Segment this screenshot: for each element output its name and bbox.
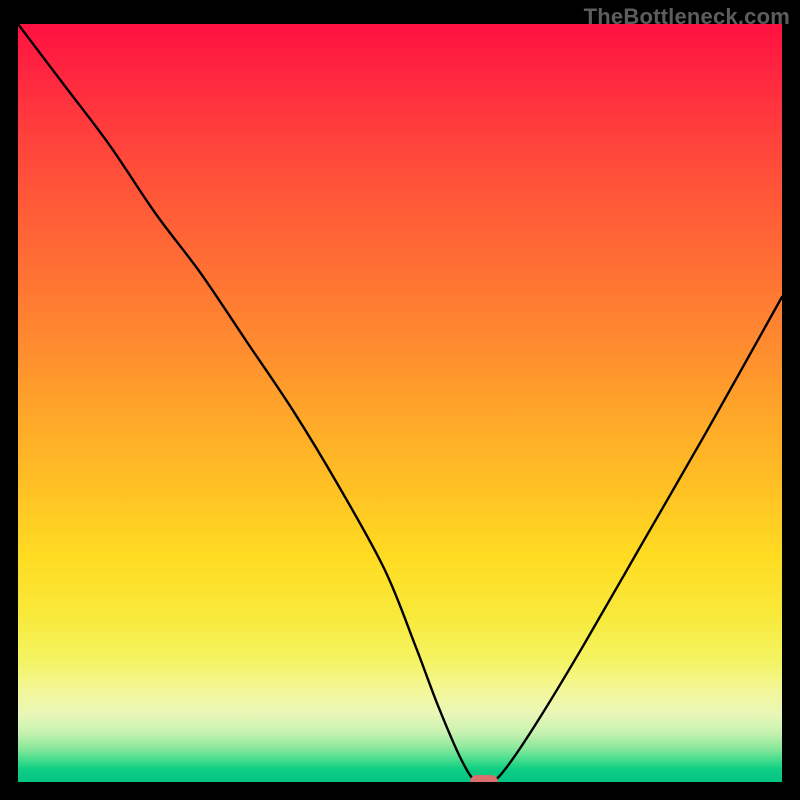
watermark-label: TheBottleneck.com xyxy=(584,4,790,30)
optimal-point-marker xyxy=(470,775,498,782)
plot-area xyxy=(18,24,782,782)
bottleneck-curve xyxy=(18,24,782,782)
chart-frame: TheBottleneck.com xyxy=(0,0,800,800)
